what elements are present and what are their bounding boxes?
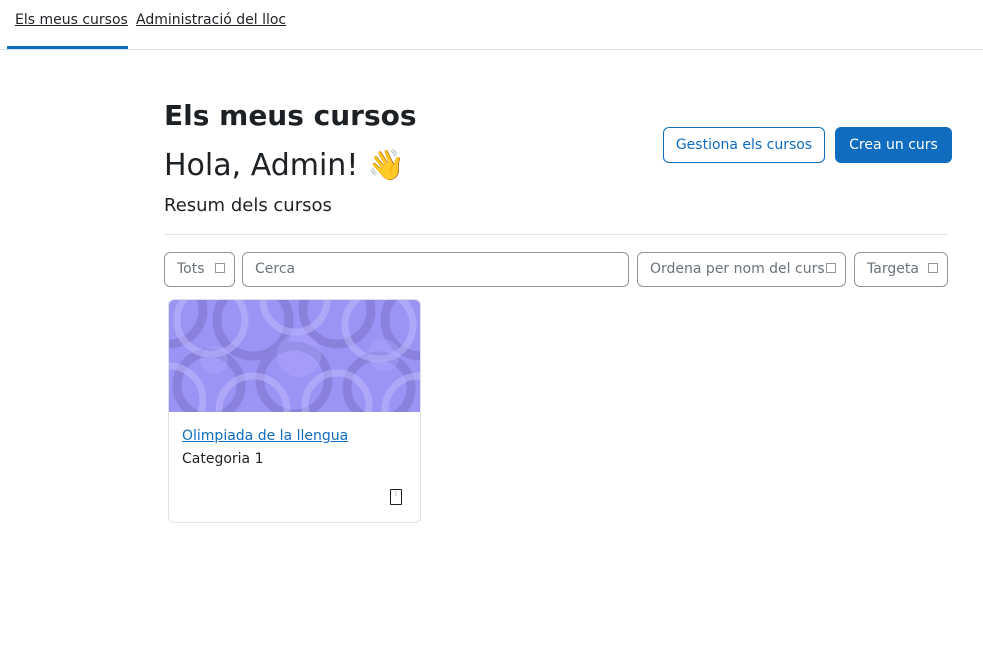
page-title: Els meus cursos <box>164 99 417 132</box>
course-image[interactable] <box>169 300 420 412</box>
search-input[interactable]: Cerca <box>242 252 629 287</box>
course-name-link[interactable]: Olimpiada de la llengua <box>182 428 348 444</box>
course-category: Categoria 1 <box>182 451 264 467</box>
view-dropdown[interactable]: Targeta <box>854 252 948 287</box>
view-value: Targeta <box>867 261 919 277</box>
course-card: Olimpiada de la llengua Categoria 1 ⋮ <box>168 299 421 523</box>
create-course-button[interactable]: Crea un curs <box>835 127 952 163</box>
course-pattern <box>169 300 420 412</box>
tab-my-courses[interactable]: Els meus cursos <box>7 0 128 49</box>
dropdown-caret-icon <box>215 263 225 273</box>
greeting-heading: Hola, Admin! 👋 <box>164 148 405 183</box>
dropdown-caret-icon <box>826 263 836 273</box>
tab-site-administration[interactable]: Administració del lloc <box>136 0 286 49</box>
dropdown-caret-icon <box>928 263 938 273</box>
sort-dropdown[interactable]: Ordena per nom del curs <box>637 252 846 287</box>
sort-value: Ordena per nom del curs <box>650 261 825 277</box>
waving-hand-icon: 👋 <box>367 148 406 183</box>
section-heading: Resum dels cursos <box>164 195 332 216</box>
greeting-text: Hola, Admin! <box>164 148 359 183</box>
manage-courses-button[interactable]: Gestiona els cursos <box>663 127 825 163</box>
section-divider <box>164 234 948 235</box>
top-navigation: Els meus cursos Administració del lloc <box>0 0 983 50</box>
grouping-dropdown[interactable]: Tots <box>164 252 235 287</box>
course-actions-menu-icon[interactable]: ⋮ <box>390 489 402 505</box>
grouping-value: Tots <box>177 261 205 277</box>
